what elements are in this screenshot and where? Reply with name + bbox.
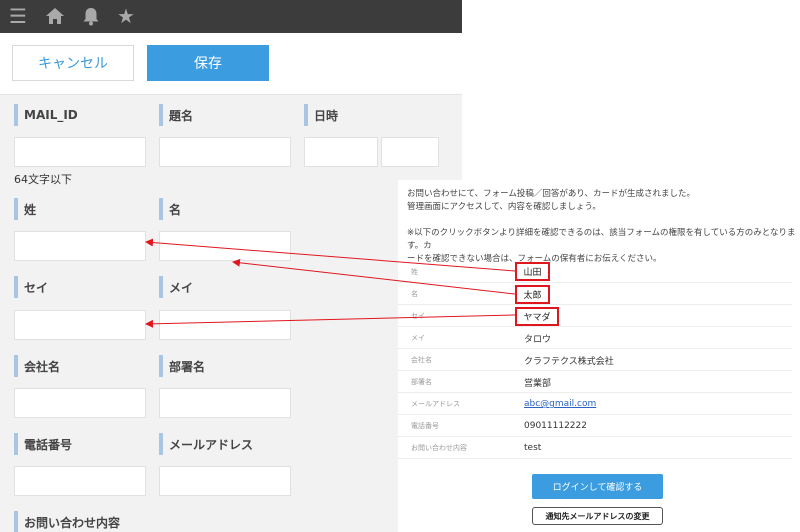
field-key: お問い合わせ内容 <box>411 444 467 452</box>
field-key: 名 <box>411 290 418 298</box>
date-input[interactable] <box>304 137 378 167</box>
first-name-kana-label: メイ <box>159 276 193 298</box>
department-input[interactable] <box>159 388 291 418</box>
field-row: メイ タロウ <box>398 327 792 349</box>
first-name-input[interactable] <box>159 231 291 261</box>
login-confirm-button[interactable]: ログインして確認する <box>532 474 663 499</box>
bell-icon[interactable] <box>80 5 102 27</box>
field-row: 名 <box>398 283 792 305</box>
top-navigation-bar: ☰ ★ <box>0 0 462 33</box>
company-input[interactable] <box>14 388 146 418</box>
cancel-button[interactable]: キャンセル <box>12 45 134 81</box>
inquiry-label: お問い合わせ内容 <box>14 511 120 532</box>
field-row: 姓 <box>398 261 792 283</box>
highlighted-last-name-value: 山田 <box>515 262 550 281</box>
field-key: 姓 <box>411 268 418 276</box>
intro-line: 管理画面にアクセスして、内容を確認しましょう。 <box>407 202 601 212</box>
field-row: 部署名 営業部 <box>398 371 792 393</box>
subject-input[interactable] <box>159 137 291 167</box>
last-name-input[interactable] <box>14 231 146 261</box>
field-value: クラフテクス株式会社 <box>524 356 614 367</box>
time-input[interactable] <box>381 137 439 167</box>
mail-id-label: MAIL_ID <box>14 104 78 126</box>
field-key: メールアドレス <box>411 400 460 408</box>
highlighted-last-name-kana-value: ヤマダ <box>515 307 559 326</box>
field-row: 電話番号 09011112222 <box>398 415 792 437</box>
change-notification-email-button[interactable]: 通知先メールアドレスの変更 <box>532 507 663 525</box>
field-key: セイ <box>411 312 425 320</box>
action-bar: キャンセル 保存 <box>0 33 462 95</box>
field-row: セイ <box>398 305 792 327</box>
intro-line: ※以下のクリックボタンより詳細を確認できるのは、該当フォームの権限を有している方… <box>407 228 796 251</box>
mail-id-input[interactable] <box>14 137 146 167</box>
email-link[interactable]: abc@gmail.com <box>524 393 596 415</box>
notification-email: お問い合わせにて、フォーム投稿／回答があり、カードが生成されました。 管理画面に… <box>398 180 800 532</box>
field-row: 会社名 クラフテクス株式会社 <box>398 349 792 371</box>
last-name-kana-input[interactable] <box>14 310 146 340</box>
save-button[interactable]: 保存 <box>147 45 269 81</box>
form-panel: ☰ ★ キャンセル 保存 MAIL_ID 題名 日時 64文字以下 姓 名 セイ… <box>0 0 462 532</box>
field-key: 会社名 <box>411 356 432 364</box>
home-icon[interactable] <box>44 5 66 27</box>
email-label: メールアドレス <box>159 433 253 455</box>
field-row: メールアドレス abc@gmail.com <box>398 393 792 415</box>
email-input[interactable] <box>159 466 291 496</box>
subject-label: 題名 <box>159 104 193 126</box>
datetime-label: 日時 <box>304 104 338 126</box>
field-row: お問い合わせ内容 test <box>398 437 792 459</box>
last-name-label: 姓 <box>14 198 36 220</box>
mail-id-hint: 64文字以下 <box>14 173 72 186</box>
department-label: 部署名 <box>159 355 205 377</box>
first-name-label: 名 <box>159 198 181 220</box>
field-value: タロウ <box>524 334 552 345</box>
company-label: 会社名 <box>14 355 60 377</box>
field-value: 09011112222 <box>524 421 587 431</box>
field-value: test <box>524 443 542 453</box>
email-intro: お問い合わせにて、フォーム投稿／回答があり、カードが生成されました。 管理画面に… <box>407 188 797 266</box>
menu-icon[interactable]: ☰ <box>7 5 29 27</box>
field-value: 営業部 <box>524 378 552 389</box>
first-name-kana-input[interactable] <box>159 310 291 340</box>
field-key: 電話番号 <box>411 422 439 430</box>
highlighted-first-name-value: 太郎 <box>515 285 550 304</box>
phone-label: 電話番号 <box>14 433 72 455</box>
last-name-kana-label: セイ <box>14 276 48 298</box>
field-key: 部署名 <box>411 378 432 386</box>
phone-input[interactable] <box>14 466 146 496</box>
intro-line: お問い合わせにて、フォーム投稿／回答があり、カードが生成されました。 <box>407 189 695 199</box>
star-icon[interactable]: ★ <box>115 5 137 27</box>
field-key: メイ <box>411 334 425 342</box>
